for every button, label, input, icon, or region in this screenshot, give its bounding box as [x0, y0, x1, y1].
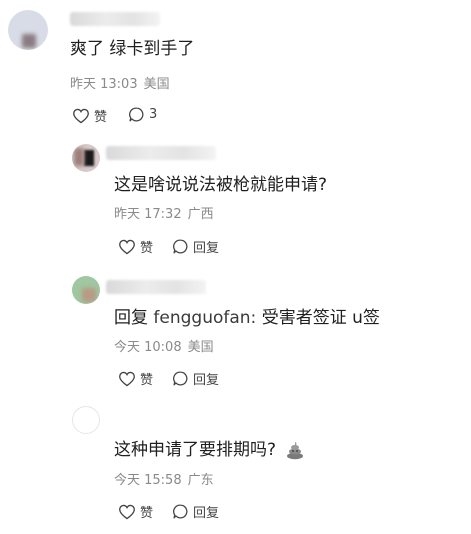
reply-button[interactable]: 回复 — [172, 237, 219, 256]
comment-bubble-icon — [129, 107, 144, 122]
comment-time: 今天 10:08 — [114, 340, 182, 355]
comment-time: 今天 15:58 — [114, 473, 182, 488]
heart-icon — [119, 504, 135, 519]
comment-text: 这种申请了要排期吗? — [114, 439, 305, 461]
comment-meta: 今天 10:08 美国 — [114, 340, 214, 356]
comment-bubble-icon — [173, 371, 188, 386]
reply-label: 回复 — [193, 241, 220, 256]
comment-meta: 昨天 17:32 广西 — [114, 207, 214, 223]
like-label: 赞 — [140, 506, 154, 521]
like-label: 赞 — [94, 110, 108, 125]
mention-link[interactable]: fengguofan: — [153, 308, 256, 328]
comment-location: 广西 — [187, 207, 214, 222]
comment-location: 美国 — [143, 77, 170, 92]
reply-body: 受害者签证 u签 — [261, 308, 380, 328]
heart-icon — [119, 239, 135, 254]
avatar[interactable] — [72, 406, 100, 434]
comment-meta: 昨天 13:03 美国 — [70, 77, 170, 93]
like-button[interactable]: 赞 — [118, 237, 153, 256]
comment-meta: 今天 15:58 广东 — [114, 473, 214, 489]
comment-time: 昨天 17:32 — [114, 207, 182, 222]
comment-text: 这是啥说说法被枪就能申请? — [114, 175, 328, 195]
like-button[interactable]: 赞 — [118, 502, 153, 521]
comment-text: 回复 fengguofan: 受害者签证 u签 — [114, 307, 380, 329]
like-label: 赞 — [140, 373, 154, 388]
like-button[interactable]: 赞 — [118, 369, 153, 388]
comment-location: 广东 — [187, 473, 214, 488]
comment-body: 这种申请了要排期吗? — [114, 440, 277, 460]
reply-count: 3 — [149, 107, 158, 122]
username-redacted[interactable] — [106, 146, 216, 160]
heart-icon — [73, 108, 89, 123]
poop-emoji-icon — [285, 440, 305, 460]
heart-icon — [119, 371, 135, 386]
like-button[interactable]: 赞 — [72, 106, 107, 125]
reply-button[interactable]: 回复 — [172, 502, 219, 521]
comment-bubble-icon — [173, 504, 188, 519]
avatar[interactable] — [72, 276, 100, 304]
reply-button[interactable]: 回复 — [172, 369, 219, 388]
comment-location: 美国 — [187, 340, 214, 355]
avatar[interactable] — [72, 144, 100, 172]
username-redacted[interactable] — [70, 12, 160, 26]
avatar[interactable] — [8, 10, 48, 50]
comment-time: 昨天 13:03 — [70, 77, 138, 92]
like-label: 赞 — [140, 241, 154, 256]
reply-count-button[interactable]: 3 — [128, 106, 157, 123]
username-redacted[interactable] — [106, 280, 206, 294]
reply-label: 回复 — [193, 506, 220, 521]
reply-prefix: 回复 — [114, 308, 148, 328]
reply-label: 回复 — [193, 373, 220, 388]
comment-bubble-icon — [173, 239, 188, 254]
comment-text: 爽了 绿卡到手了 — [70, 39, 195, 59]
